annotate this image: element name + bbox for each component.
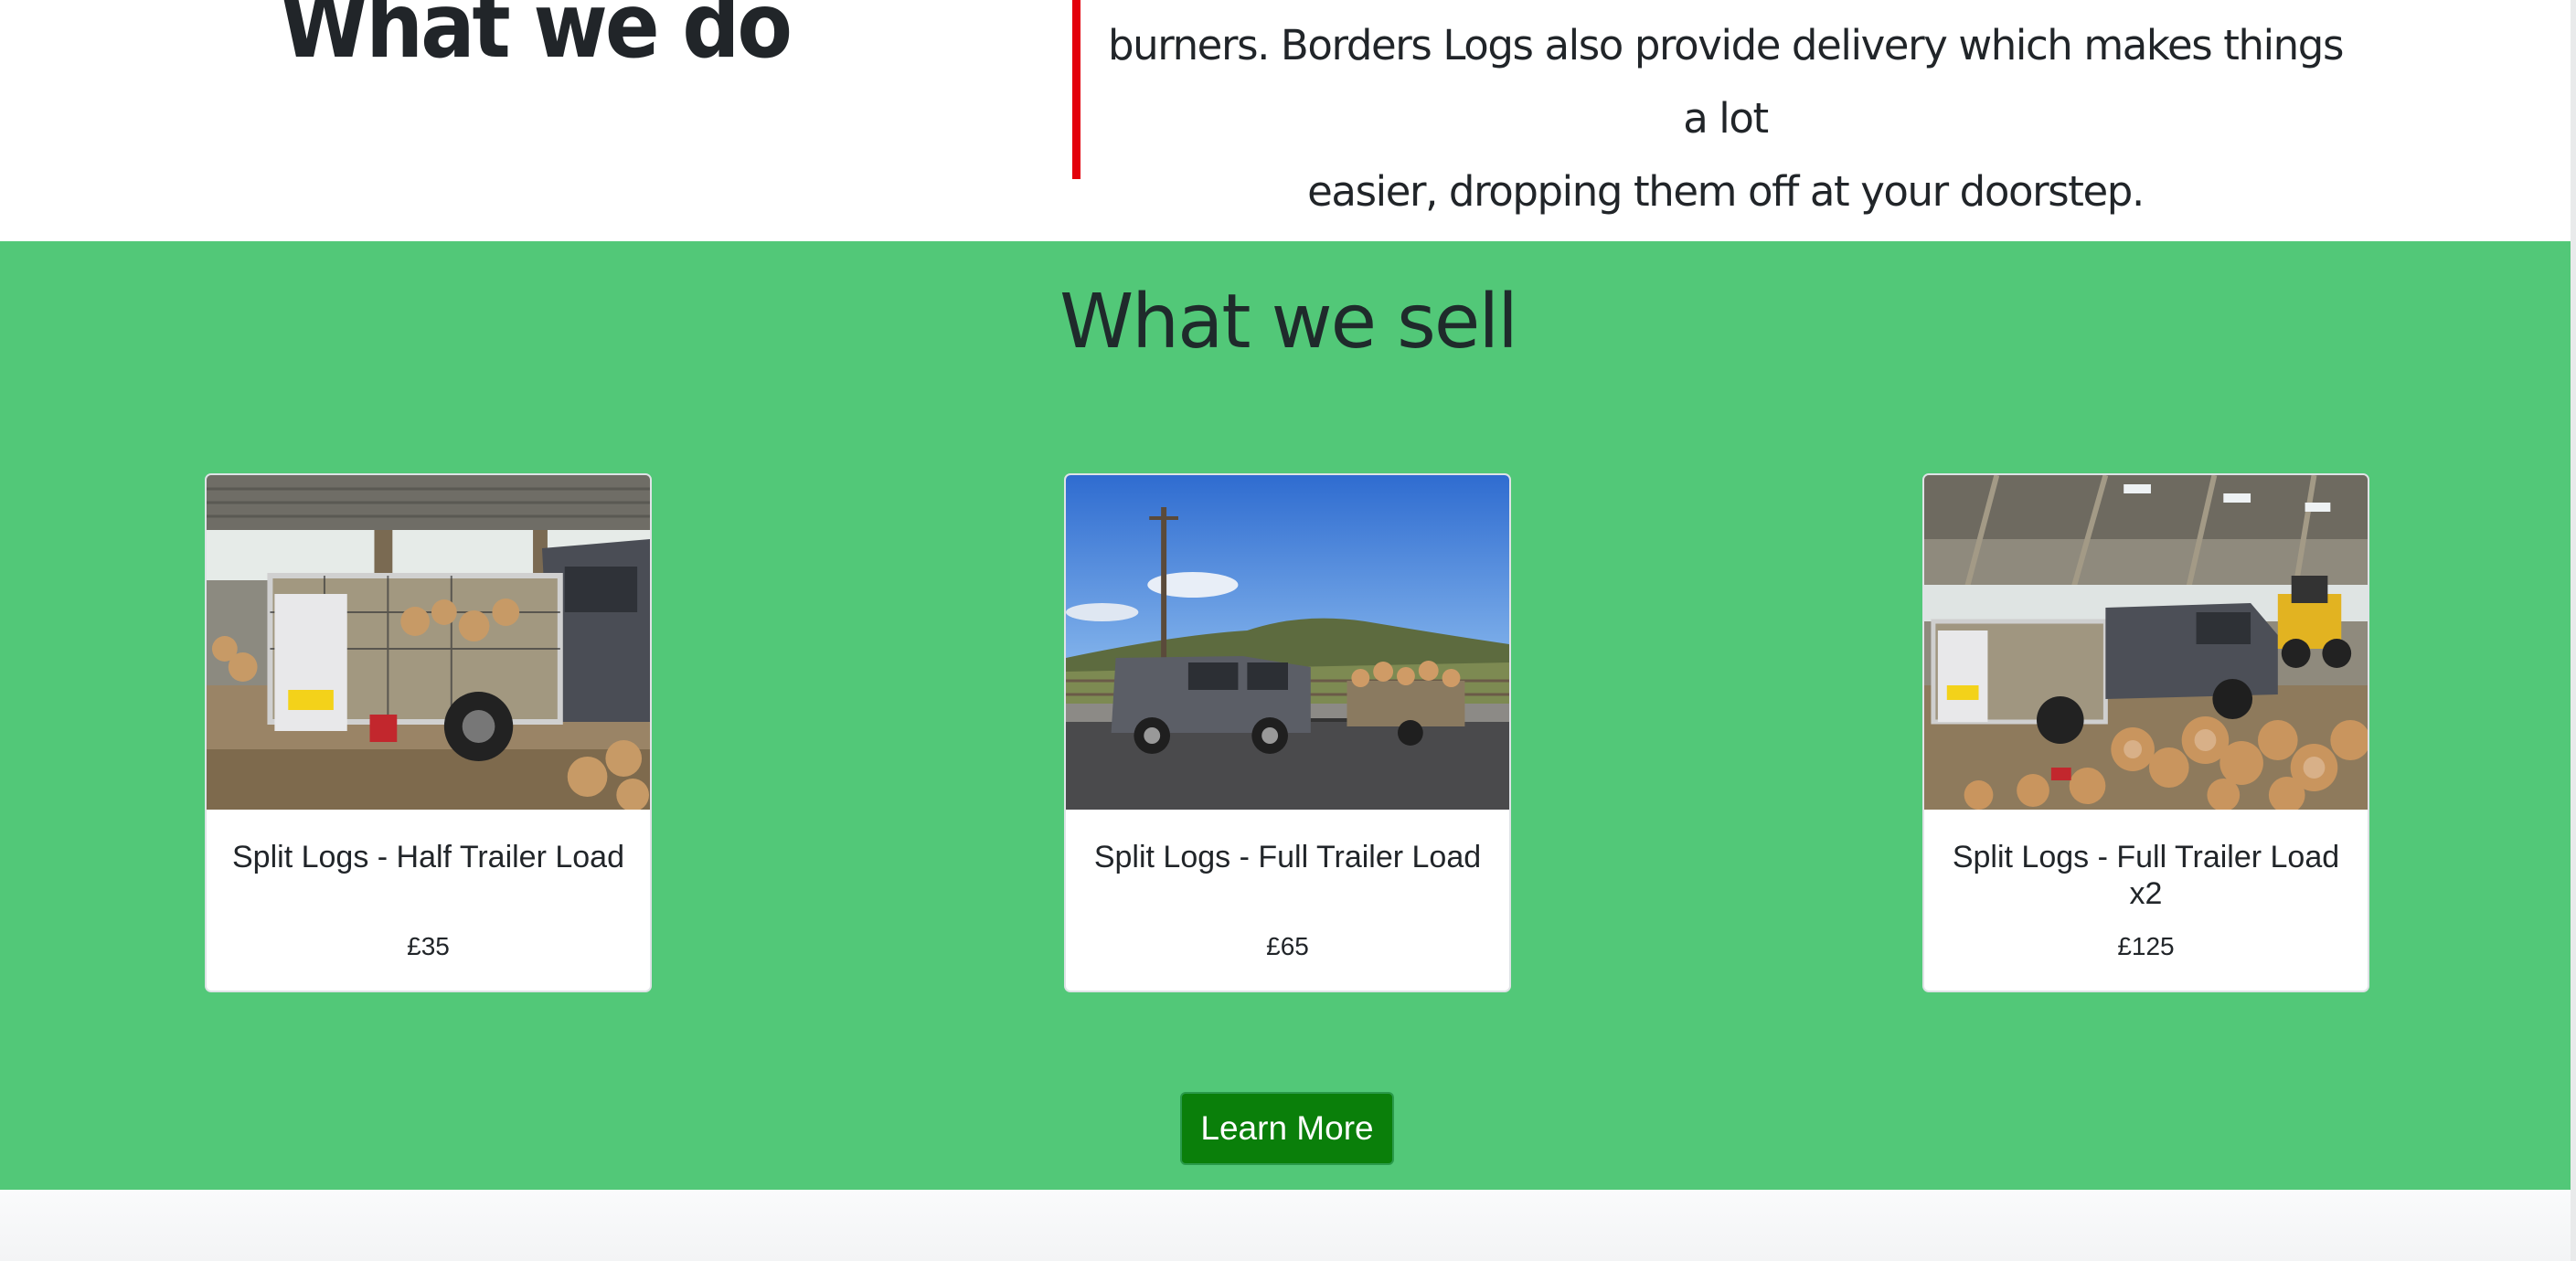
product-image-trailer-in-barn[interactable] <box>207 475 650 810</box>
what-we-do-section: What we do burners. Borders Logs also pr… <box>0 0 2576 241</box>
product-card-full-trailer[interactable]: Split Logs - Full Trailer Load £65 <box>1064 473 1511 992</box>
scrollbar-track[interactable] <box>2571 0 2576 1261</box>
product-price: £65 <box>1266 932 1309 960</box>
log-pile-barn-photo <box>1924 475 2368 810</box>
product-card-full-trailer-x2[interactable]: Split Logs - Full Trailer Load x2 £125 <box>1922 473 2369 992</box>
what-we-do-text: burners. Borders Logs also provide deliv… <box>1097 9 2354 228</box>
red-divider <box>1072 0 1080 179</box>
product-title[interactable]: Split Logs - Full Trailer Load <box>1084 839 1491 875</box>
about-text-line-1: burners. Borders Logs also provide deliv… <box>1107 21 2344 143</box>
product-title[interactable]: Split Logs - Half Trailer Load <box>225 839 632 875</box>
product-title[interactable]: Split Logs - Full Trailer Load x2 <box>1943 839 2349 912</box>
trailer-barn-photo <box>207 475 650 810</box>
product-card-half-trailer[interactable]: Split Logs - Half Trailer Load £35 <box>205 473 652 992</box>
what-we-do-heading: What we do <box>280 0 793 79</box>
product-image-van-trailer[interactable] <box>1066 475 1509 810</box>
van-trailer-photo <box>1066 475 1509 810</box>
footer-area <box>0 1190 2576 1261</box>
what-we-sell-section: What we sell Split Logs - Half Trailer L… <box>0 241 2576 1190</box>
product-price: £125 <box>2117 932 2175 960</box>
product-image-log-pile-barn[interactable] <box>1924 475 2368 810</box>
what-we-sell-heading: What we sell <box>1059 279 1518 366</box>
about-text-line-2: easier, dropping them off at your doorst… <box>1307 167 2145 216</box>
learn-more-button[interactable]: Learn More <box>1180 1092 1394 1165</box>
product-price: £35 <box>407 932 450 960</box>
page: What we do burners. Borders Logs also pr… <box>0 0 2576 1261</box>
